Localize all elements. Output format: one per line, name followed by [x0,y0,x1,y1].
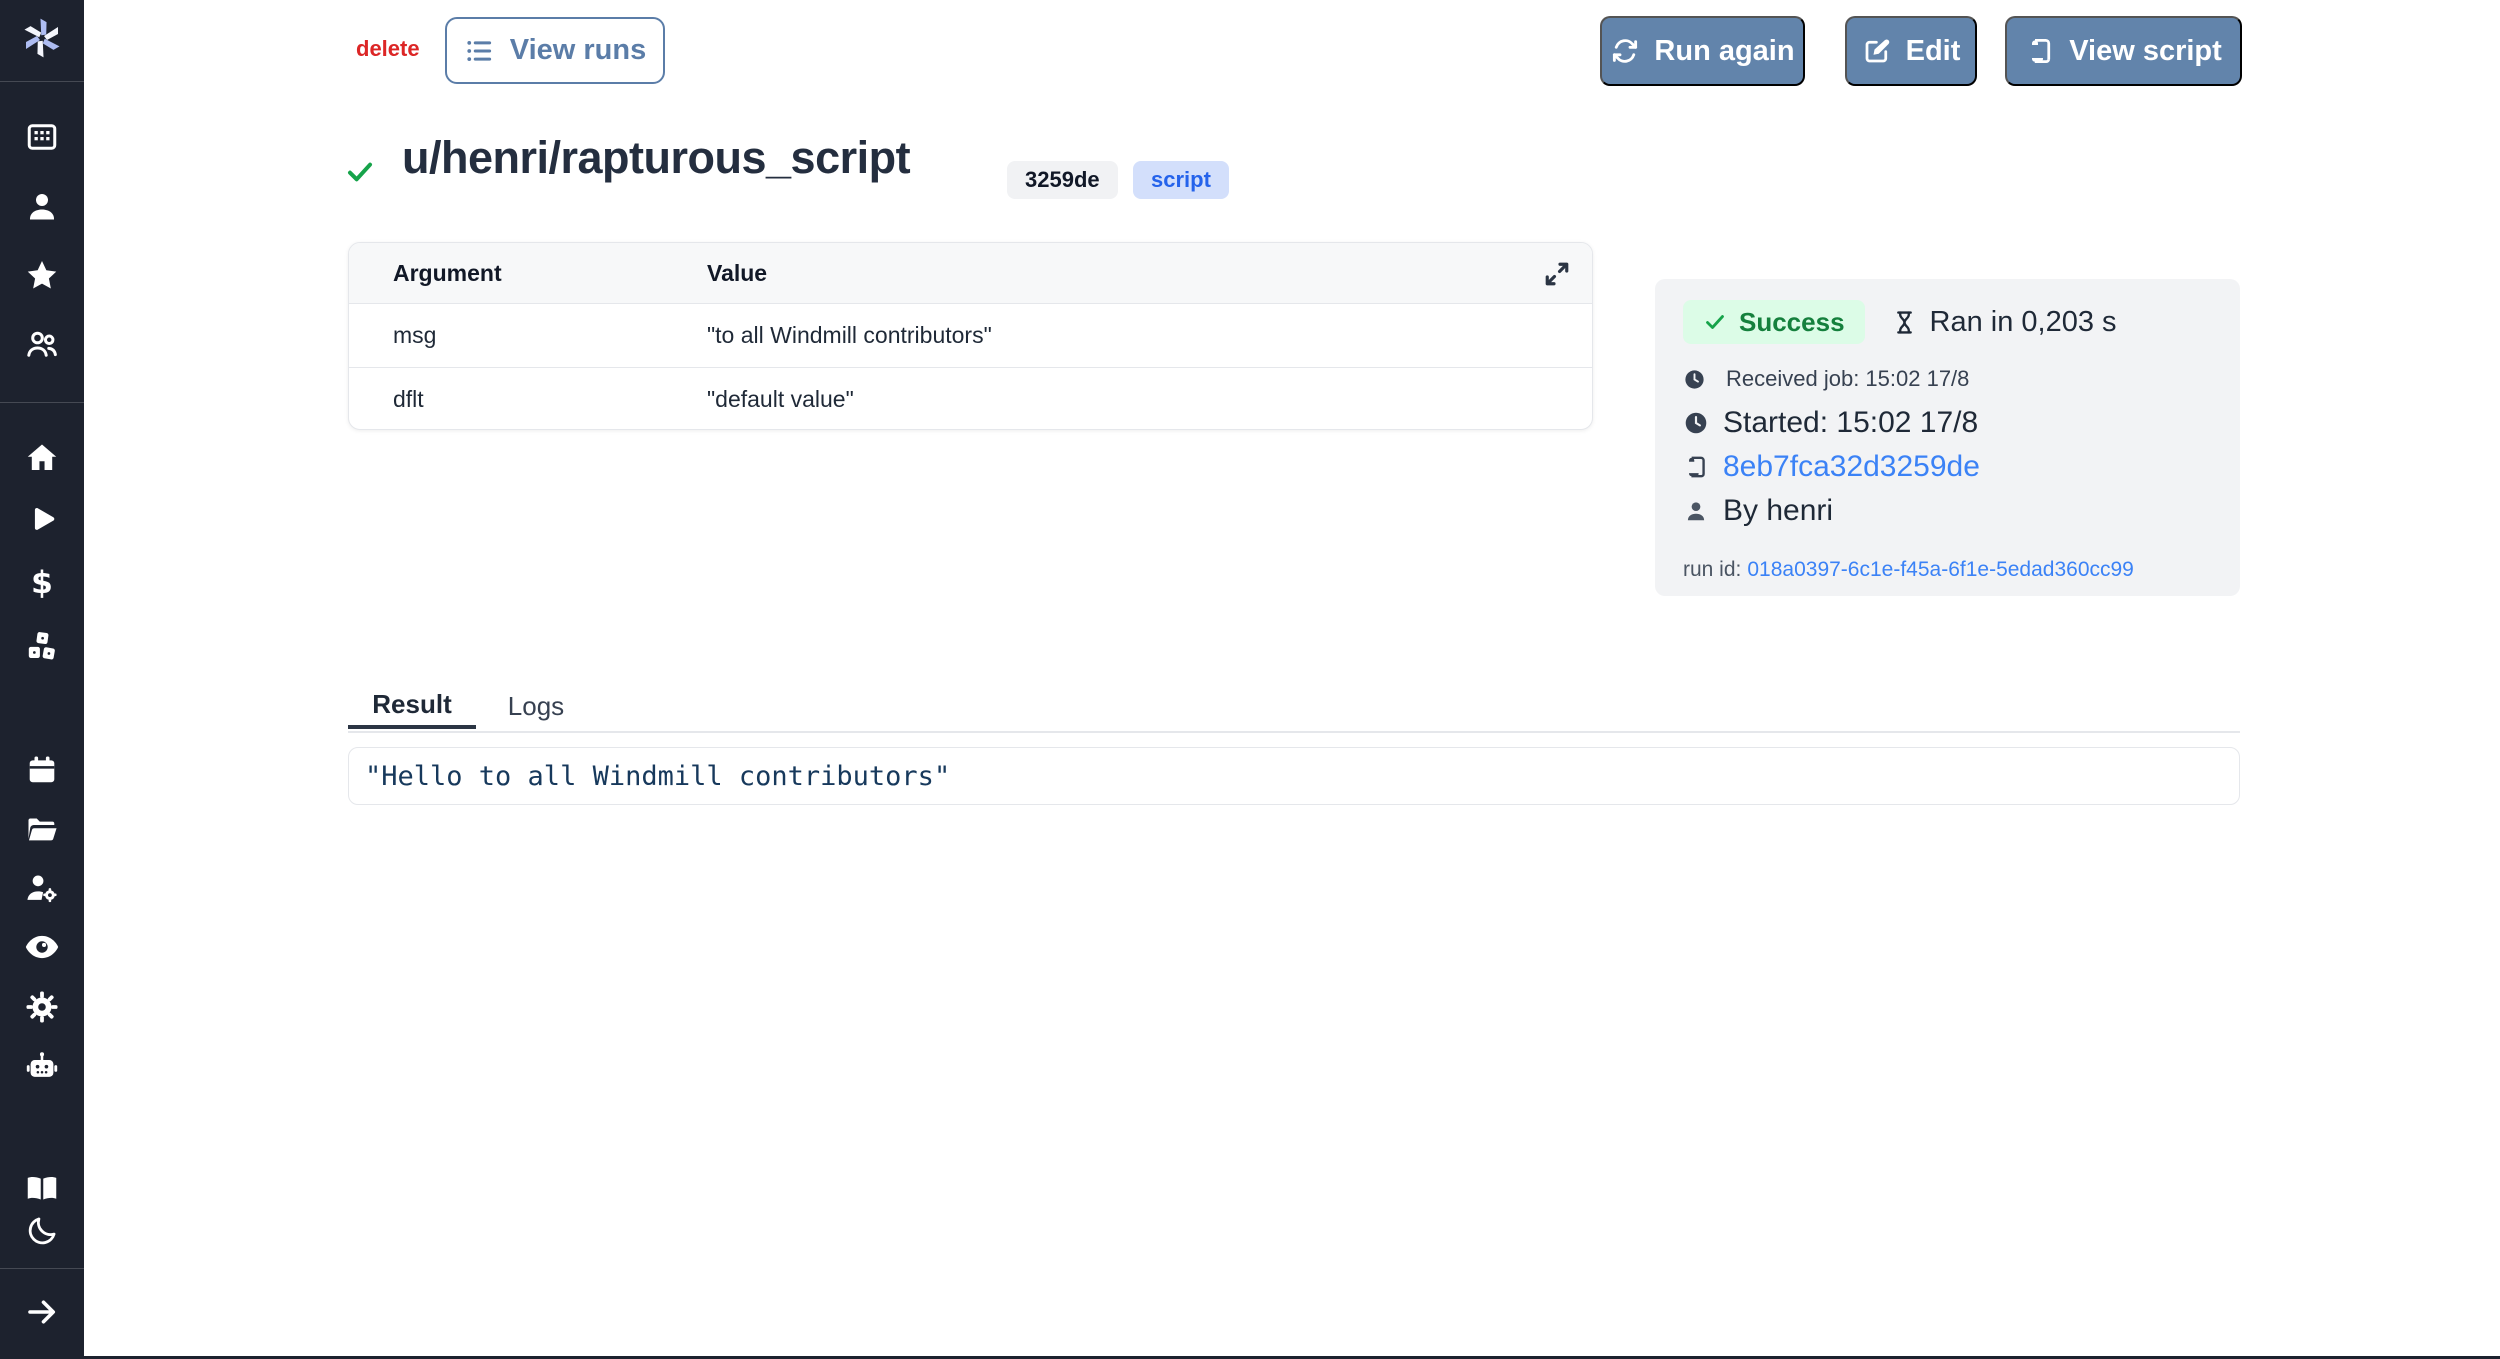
view-runs-label: View runs [510,34,646,67]
users-icon [24,326,60,362]
column-header-argument: Argument [349,260,707,287]
version-badge: 3259de [1007,161,1118,199]
run-again-label: Run again [1654,35,1794,68]
table-row: dflt "default value" [349,368,1592,430]
delete-button[interactable]: delete [356,36,420,62]
sidebar-divider [0,402,84,403]
user-icon [24,188,60,224]
run-by-label: By henri [1723,494,1833,528]
user-gear-icon [23,869,61,907]
refresh-icon [1610,36,1640,66]
tab-result[interactable]: Result [348,684,476,729]
sidebar-divider [0,1268,84,1269]
run-id-line: run id: 018a0397-6c1e-f45a-6f1e-5edad360c… [1683,558,2212,582]
run-id-label: run id: [1683,558,1741,581]
book-icon [23,1169,61,1207]
received-job-label: Received job: 15:02 17/8 [1726,366,1969,392]
run-info-panel: Success Ran in 0,203 s Received job: 15:… [1655,279,2240,596]
hourglass-icon [1891,309,1918,336]
arrow-right-icon [24,1294,60,1330]
started-label: Started: 15:02 17/8 [1723,406,1978,440]
success-check-icon [344,156,376,188]
kind-badge: script [1133,161,1229,199]
sidebar-divider [0,81,84,82]
sidebar-item-ai[interactable] [0,1041,84,1093]
run-id-link[interactable]: 018a0397-6c1e-f45a-6f1e-5edad360cc99 [1747,558,2133,581]
arg-value: "default value" [707,386,1592,413]
arg-name: dflt [349,386,707,413]
svg-text:$: $ [31,565,53,601]
clock-icon [1683,368,1706,391]
view-script-button[interactable]: View script [2005,16,2242,86]
clock-icon [1683,410,1709,436]
sidebar-item-favorites[interactable] [0,250,84,302]
expand-button[interactable] [1538,255,1576,293]
sidebar-item-home[interactable] [0,432,84,484]
job-link-line: 8eb7fca32d3259de [1683,450,2212,484]
windmill-run-page: $ [0,0,2500,1359]
sidebar-item-schedules[interactable] [0,744,84,796]
sidebar-item-runs[interactable] [0,494,84,546]
sidebar: $ [0,0,84,1359]
started-line: Started: 15:02 17/8 [1683,406,2212,440]
expand-icon [1539,256,1575,292]
building-icon [24,119,60,155]
scroll-icon [1683,454,1709,480]
sidebar-item-folders[interactable] [0,803,84,855]
sidebar-item-workspace[interactable] [0,111,84,163]
cubes-icon [24,628,60,664]
arg-name: msg [349,322,707,349]
result-output: "Hello to all Windmill contributors" [348,747,2240,805]
page-title: u/henri/rapturous_script [402,132,910,184]
arg-value: "to all Windmill contributors" [707,322,1592,349]
dollar-icon: $ [24,565,60,601]
windmill-logo-icon [18,14,66,62]
edit-icon [1862,36,1892,66]
status-badge: Success [1683,300,1865,344]
gear-icon [23,988,61,1026]
run-duration: Ran in 0,203 s [1891,306,2117,339]
sidebar-item-audit-logs[interactable] [0,921,84,973]
folder-open-icon [24,811,60,847]
view-script-label: View script [2069,35,2222,68]
job-id-link[interactable]: 8eb7fca32d3259de [1723,450,1980,484]
result-tabs: Result Logs [348,684,2240,733]
edit-button[interactable]: Edit [1845,16,1977,86]
received-job-line: Received job: 15:02 17/8 [1683,366,2212,392]
column-header-value: Value [707,260,1592,287]
status-label: Success [1739,307,1845,338]
list-icon [464,36,494,66]
eye-icon [23,928,61,966]
sidebar-item-variables[interactable]: $ [0,557,84,609]
view-runs-button[interactable]: View runs [445,17,665,84]
sidebar-item-settings[interactable] [0,981,84,1033]
arguments-table-header: Argument Value [349,243,1592,304]
moon-icon [25,1214,59,1248]
check-icon [1703,310,1727,334]
home-icon [24,440,60,476]
sidebar-item-dark-mode[interactable] [0,1205,84,1257]
robot-icon [23,1048,61,1086]
run-again-button[interactable]: Run again [1600,16,1805,86]
sidebar-item-workers[interactable] [0,862,84,914]
arguments-table: Argument Value msg "to all Windmill cont… [348,242,1593,430]
user-icon [1683,498,1709,524]
star-icon [24,258,60,294]
sidebar-item-user[interactable] [0,180,84,232]
sidebar-item-resources[interactable] [0,620,84,672]
run-by-line: By henri [1683,494,2212,528]
table-row: msg "to all Windmill contributors" [349,304,1592,368]
tab-logs[interactable]: Logs [488,684,584,729]
play-icon [25,503,59,537]
scroll-icon [2025,36,2055,66]
edit-label: Edit [1906,35,1961,68]
calendar-icon [24,752,60,788]
run-duration-label: Ran in 0,203 s [1930,306,2117,339]
sidebar-expand-button[interactable] [0,1286,84,1338]
sidebar-item-groups[interactable] [0,318,84,370]
windmill-logo[interactable] [0,12,84,64]
